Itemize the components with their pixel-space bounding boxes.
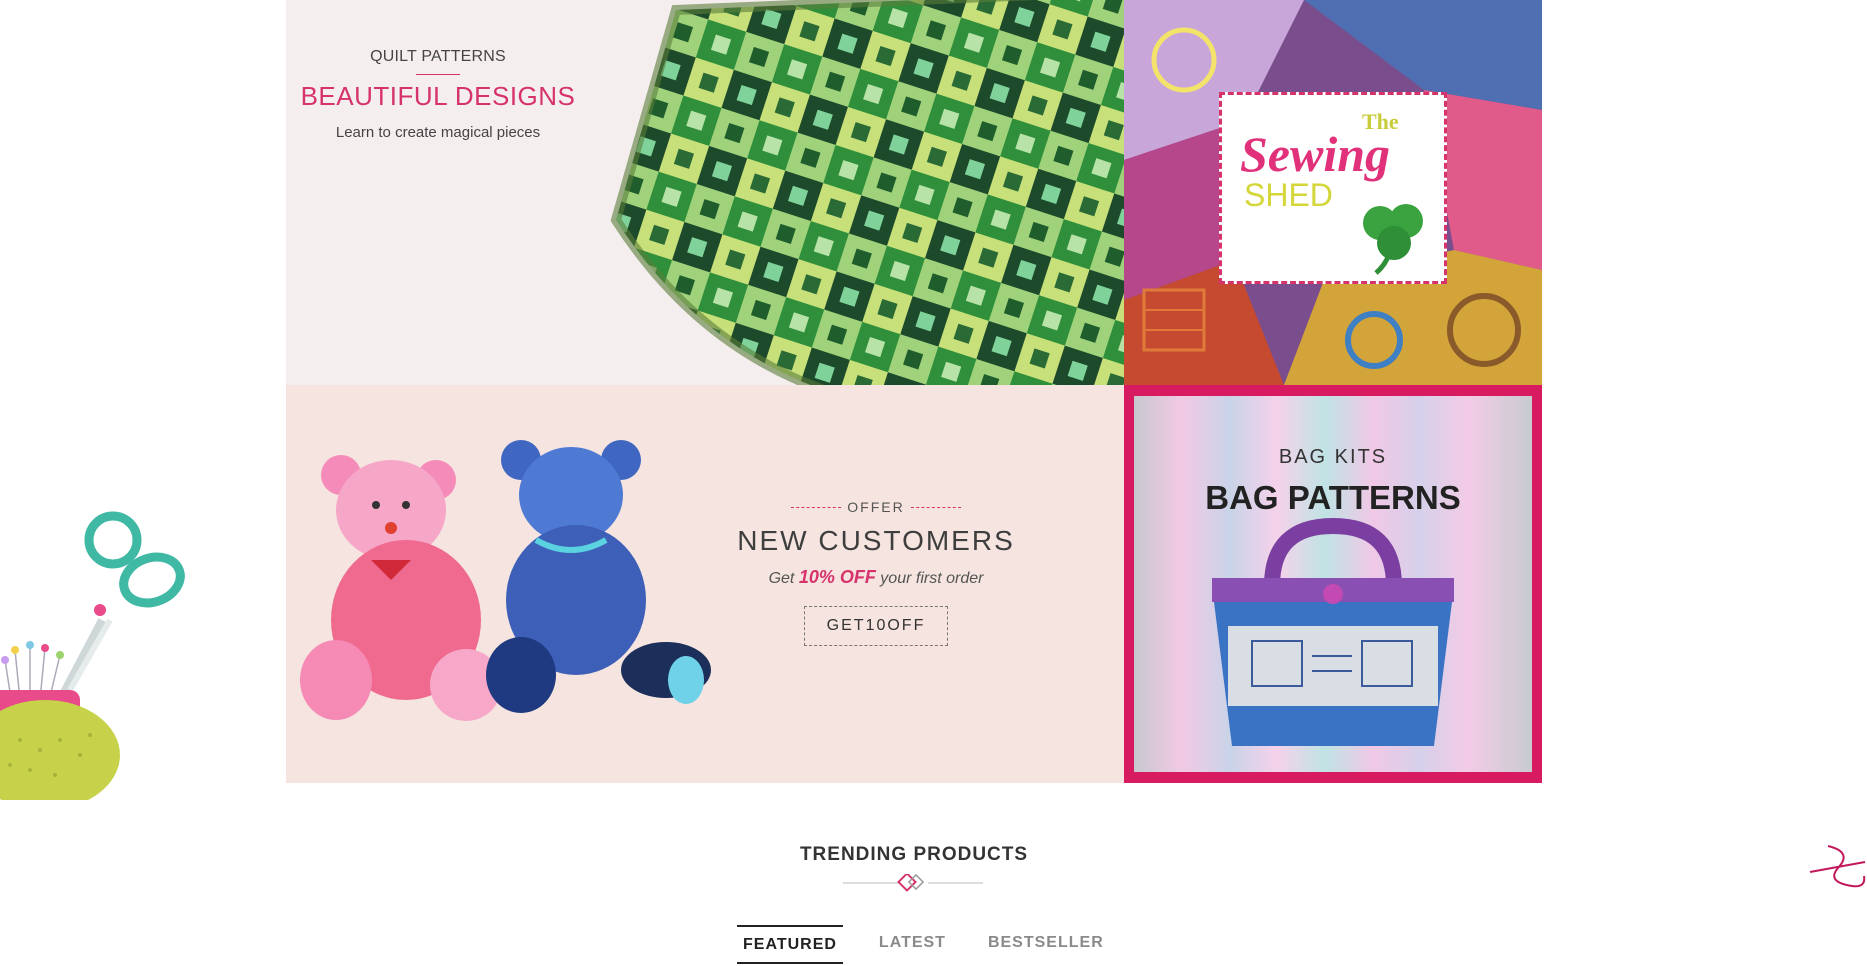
quilt-divider: [416, 74, 460, 75]
sewing-shed-logo: The Sewing SHED: [1219, 92, 1447, 284]
quilt-image: [610, 0, 1124, 385]
dashed-line: [791, 506, 842, 508]
bag-title: BAG PATTERNS: [1205, 479, 1461, 516]
tab-latest[interactable]: LATEST: [873, 925, 952, 964]
quilt-title: BEAUTIFUL DESIGNS: [300, 81, 576, 111]
coupon-code-button[interactable]: GET10OFF: [803, 606, 949, 646]
offer-eyebrow: OFFER: [716, 499, 1036, 515]
quilt-eyebrow: QUILT PATTERNS: [370, 48, 506, 65]
offer-subtitle: Get 10% OFF your first order: [716, 567, 1036, 588]
offer-title: NEW CUSTOMERS: [737, 525, 1015, 556]
new-customers-offer-banner[interactable]: OFFER NEW CUSTOMERS Get 10% OFF your fir…: [286, 385, 1124, 783]
section-title: TRENDING PRODUCTS: [799, 844, 1029, 865]
offer-label: OFFER: [847, 499, 905, 515]
logo-sewing: Sewing: [1240, 126, 1391, 182]
tote-bag-image: [1212, 517, 1454, 746]
sewing-shed-banner[interactable]: The Sewing SHED: [1124, 0, 1542, 385]
logo-shed: SHED: [1244, 177, 1333, 213]
quilt-subtitle: Learn to create magical pieces: [335, 124, 541, 141]
scissors-pincushion-icon: [0, 511, 185, 800]
bag-banner-inner: BAG KITS BAG PATTERNS: [1134, 396, 1532, 772]
tab-bestseller[interactable]: BESTSELLER: [982, 925, 1110, 964]
shamrock-icon: [1363, 204, 1423, 275]
bag-eyebrow: BAG KITS: [1278, 446, 1388, 468]
dashed-line: [910, 506, 961, 508]
quilt-patterns-banner[interactable]: QUILT PATTERNS BEAUTIFUL DESIGNS Learn t…: [286, 0, 1124, 385]
product-tabs: FEATURED LATEST BESTSELLER: [737, 925, 1110, 964]
needle-thread-icon: [1809, 845, 1866, 888]
offer-discount: 10% OFF: [798, 567, 876, 587]
teddy-bears-image: [300, 440, 711, 721]
quilt-banner-text: QUILT PATTERNS BEAUTIFUL DESIGNS Learn t…: [286, 48, 590, 141]
bag-patterns-banner[interactable]: BAG KITS BAG PATTERNS: [1124, 385, 1542, 783]
offer-sub-before: Get: [768, 570, 795, 587]
offer-content: OFFER NEW CUSTOMERS Get 10% OFF your fir…: [716, 499, 1036, 646]
offer-sub-after: your first order: [880, 570, 984, 587]
diamond-icon: [843, 874, 983, 892]
tab-featured[interactable]: FEATURED: [737, 925, 843, 964]
